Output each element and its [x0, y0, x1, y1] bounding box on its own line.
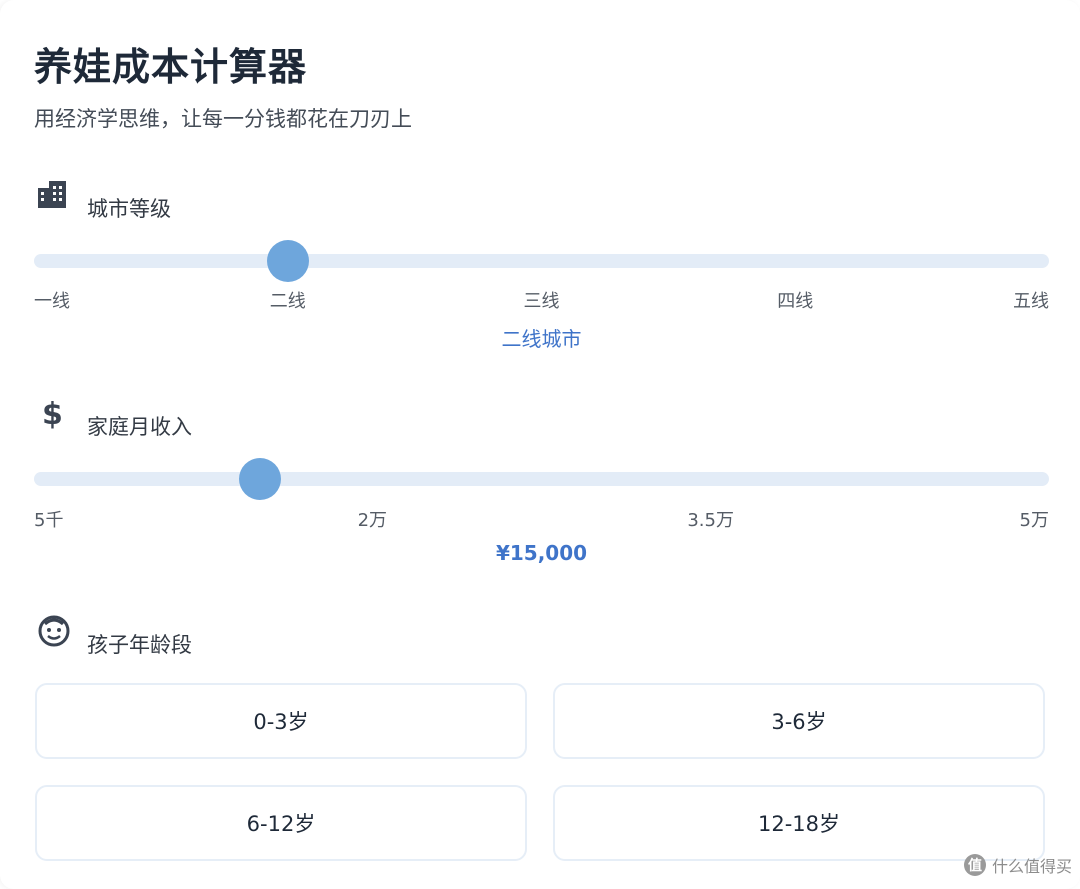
income-tick-label: 5千 — [34, 510, 64, 531]
income-tick-label: 2万 — [357, 510, 388, 531]
city-level-label: 城市等级 — [87, 197, 171, 221]
income-value: ¥15,000 — [495, 541, 588, 565]
city-tick-label: 三线 — [523, 291, 560, 312]
income-slider-thumb[interactable] — [238, 458, 281, 500]
income-slider-ticks: 5千 2万 3.5万 5万 — [34, 506, 1049, 531]
dollar-icon: $ — [40, 396, 64, 434]
family-income-label: 家庭月收入 — [87, 415, 192, 439]
city-tick-label: 一线 — [34, 291, 70, 312]
city-value: 二线城市 — [501, 327, 582, 351]
income-slider-track[interactable] — [34, 472, 1049, 486]
city-tick-label: 四线 — [777, 291, 814, 312]
page-title: 养娃成本计算器 — [34, 45, 308, 89]
age-option-6-12[interactable]: 6-12岁 — [35, 785, 527, 861]
watermark-text: 什么值得买 — [991, 857, 1072, 876]
page-subtitle: 用经济学思维，让每一分钱都花在刀刃上 — [34, 107, 412, 131]
building-icon — [36, 178, 68, 214]
watermark-logo-icon: 值 — [963, 854, 986, 876]
city-slider-ticks: 一线 二线 三线 四线 五线 — [34, 287, 1049, 312]
child-age-label: 孩子年龄段 — [87, 633, 192, 657]
age-option-3-6[interactable]: 3-6岁 — [553, 683, 1045, 759]
city-tick-label: 二线 — [269, 291, 306, 312]
income-tick-label: 5万 — [1019, 510, 1049, 531]
age-option-0-3[interactable]: 0-3岁 — [35, 683, 527, 759]
income-tick-label: 3.5万 — [687, 510, 734, 531]
city-slider-track[interactable] — [34, 254, 1049, 268]
city-tick-label: 五线 — [1013, 291, 1049, 312]
watermark: 值 什么值得买 — [963, 853, 1072, 877]
calculator-card: 养娃成本计算器 用经济学思维，让每一分钱都花在刀刃上 城市等级 一线 二线 三线 四线… — [0, 0, 1080, 889]
svg-text:$: $ — [42, 397, 63, 430]
age-option-12-18[interactable]: 12-18岁 — [553, 785, 1045, 861]
city-slider-thumb[interactable] — [266, 240, 309, 282]
child-face-icon — [36, 614, 72, 652]
